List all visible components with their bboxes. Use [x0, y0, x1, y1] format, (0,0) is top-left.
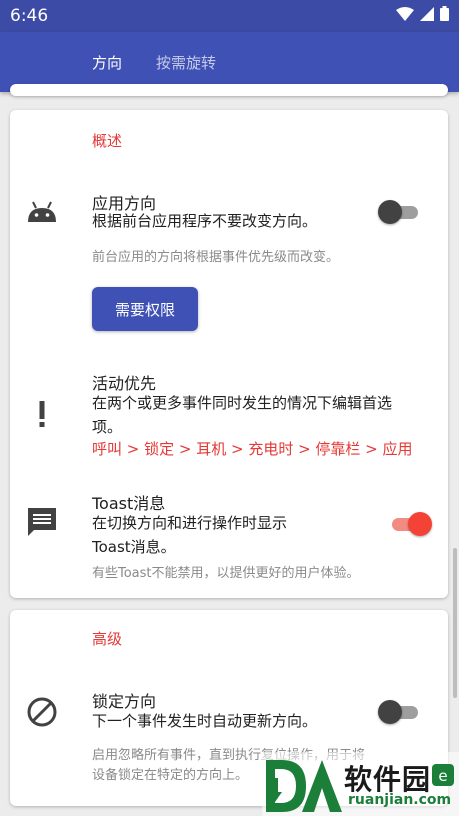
svg-text:e: e — [438, 767, 447, 785]
tab-rotate-on-demand[interactable]: 按需旋转 — [156, 52, 216, 73]
lock-orientation-toggle[interactable] — [378, 700, 424, 724]
scrollbar[interactable] — [453, 548, 457, 698]
status-bar: 6:46 — [0, 0, 459, 32]
tab-orientation[interactable]: 方向 — [92, 52, 122, 73]
require-permission-button[interactable]: 需要权限 — [92, 287, 198, 331]
toast-note: 有些Toast不能禁用，以提供更好的用户体验。 — [92, 566, 360, 581]
signal-icon — [420, 6, 434, 21]
overview-card: 概述 应用方向 根据前台应用程序不要改变方向。 前台应用的方向将根据事件优先级而… — [10, 110, 448, 598]
priority-subtitle-line2: 项。 — [92, 418, 123, 436]
lock-orientation-title: 锁定方向 — [92, 692, 157, 711]
toast-subtitle-line2: Toast消息。 — [92, 538, 176, 556]
section-title-overview: 概述 — [92, 132, 123, 150]
battery-icon — [440, 6, 449, 21]
toast-subtitle-line1: 在切换方向和进行操作时显示 — [92, 514, 288, 532]
block-icon — [27, 697, 57, 727]
app-orientation-note: 前台应用的方向将根据事件优先级而改变。 — [92, 250, 340, 265]
status-time: 6:46 — [10, 6, 49, 26]
app-orientation-subtitle: 根据前台应用程序不要改变方向。 — [92, 212, 318, 230]
wifi-icon — [396, 6, 414, 21]
message-icon — [28, 508, 56, 536]
android-icon — [28, 201, 56, 222]
priority-order[interactable]: 呼叫 > 锁定 > 耳机 > 充电时 > 停靠栏 > 应用 — [92, 438, 413, 459]
previous-card — [10, 84, 448, 96]
priority-title: 活动优先 — [92, 374, 157, 393]
watermark: e 软件园 ruanjian.com — [262, 752, 459, 816]
toast-title: Toast消息 — [92, 494, 166, 513]
watermark-domain: ruanjian.com — [348, 792, 452, 808]
toast-toggle[interactable] — [386, 512, 432, 536]
lock-orientation-subtitle: 下一个事件发生时自动更新方向。 — [92, 712, 318, 730]
priority-subtitle-line1: 在两个或更多事件同时发生的情况下编辑首选 — [92, 394, 393, 412]
app-orientation-toggle[interactable] — [378, 200, 424, 224]
lock-orientation-note-line2: 设备锁定在特定的方向上。 — [92, 768, 249, 783]
app-bar: 方向 按需旋转 — [0, 32, 459, 92]
exclamation-icon — [39, 401, 45, 427]
section-title-advanced: 高级 — [92, 630, 123, 648]
